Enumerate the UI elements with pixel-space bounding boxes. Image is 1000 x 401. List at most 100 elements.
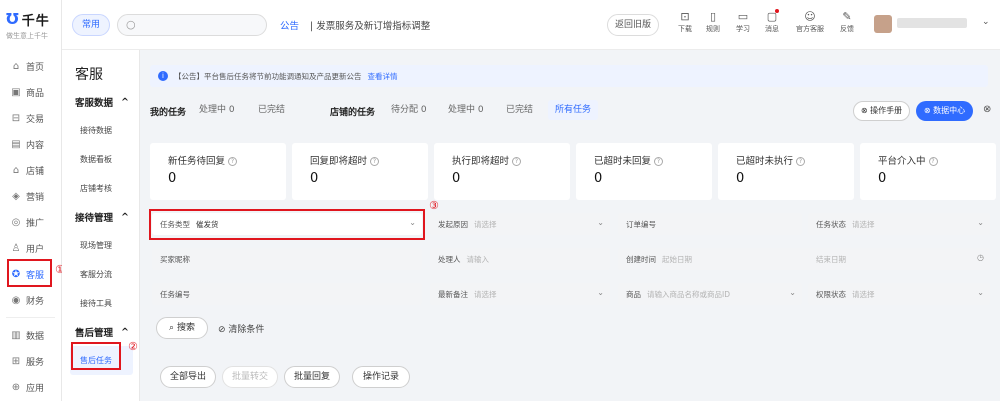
operation-log-button[interactable]: 操作记录 <box>352 366 410 388</box>
highlight-box-task-type <box>149 209 425 240</box>
nav-item[interactable]: ⌂ 店铺 <box>0 157 61 183</box>
help-icon[interactable]: ? <box>796 157 806 166</box>
buyer-nickname-input[interactable]: 买家昵称 <box>152 248 422 270</box>
toolbar-message[interactable]: ▢ 消息 <box>759 9 785 34</box>
subnav-item[interactable]: 接待工具 <box>62 289 139 318</box>
rules-icon: ▯ <box>709 10 717 23</box>
chevron-down-icon[interactable]: ⌄ <box>982 17 990 27</box>
subnav-item[interactable]: 数据看板 <box>62 145 139 174</box>
help-icon[interactable]: ? <box>512 157 522 166</box>
chevron-down-icon: ⌄ <box>597 218 604 227</box>
batch-reply-button[interactable]: 批量回复 <box>284 366 340 388</box>
latest-note-select[interactable]: 最新备注 请选择 ⌄ <box>430 283 610 305</box>
shop-tasks-label: 店铺的任务 <box>330 108 376 118</box>
handler-input[interactable]: 处理人 请输入 <box>430 248 610 270</box>
batch-transfer-button[interactable]: 批量转交 <box>222 366 278 388</box>
toolbar-feedback[interactable]: ✎ 反馈 <box>834 10 860 34</box>
manual-button[interactable]: ⊗ 操作手册 <box>853 101 910 121</box>
global-search-input[interactable]: ○ <box>117 14 267 36</box>
stat-card[interactable]: 回复即将超时? 0 <box>292 143 428 200</box>
task-number-input[interactable]: 任务编号 <box>152 283 422 305</box>
help-icon[interactable]: ? <box>228 157 238 166</box>
nav-item[interactable]: ◎ 推广 <box>0 209 61 235</box>
brand-slogan: 做生意上千牛 <box>6 32 48 40</box>
tab-shop-unassigned[interactable]: 待分配 0 <box>384 100 434 120</box>
tab-shop-all[interactable]: 所有任务 <box>548 100 599 120</box>
subnav-item[interactable]: 接待数据 <box>62 116 139 145</box>
notice-tag[interactable]: 公告 <box>280 18 299 32</box>
feedback-icon: ✎ <box>842 10 852 23</box>
toolbar-label: 学习 <box>736 25 750 33</box>
avatar[interactable] <box>874 15 892 33</box>
subnav-item[interactable]: 店铺考核 <box>62 174 139 203</box>
stat-value: 0 <box>594 171 603 186</box>
stat-card[interactable]: 已超时未回复? 0 <box>576 143 712 200</box>
toolbar-official-service[interactable]: ☺ 官方客服 <box>790 10 830 34</box>
permission-status-select[interactable]: 权限状态 请选择 ⌄ <box>808 283 990 305</box>
subnav-group[interactable]: 接待管理 ^ <box>62 203 139 231</box>
tab-shop-processing[interactable]: 处理中 0 <box>441 100 491 120</box>
stat-card[interactable]: 新任务待回复? 0 <box>150 143 286 200</box>
order-number-input[interactable]: 订单编号 <box>618 213 802 235</box>
nav-item[interactable]: ♙ 用户 <box>0 235 61 261</box>
nav-item[interactable]: ◈ 营销 <box>0 183 61 209</box>
stat-label: 回复即将超时 <box>310 156 368 167</box>
nav-item[interactable]: ⊕ 应用 <box>0 374 61 400</box>
grid-icon[interactable]: ⊗ <box>983 104 991 115</box>
username-blurred[interactable] <box>897 18 967 28</box>
tab-shop-completed[interactable]: 已完结 <box>499 100 540 120</box>
help-icon[interactable]: ? <box>654 157 664 166</box>
nav-item[interactable]: ⌂ 首页 <box>0 53 61 79</box>
data-center-button[interactable]: ⊗ 数据中心 <box>916 101 973 121</box>
nav-item[interactable]: ⊞ 服务 <box>0 348 61 374</box>
content-icon: ▤ <box>11 138 21 150</box>
common-button[interactable]: 常用 <box>72 14 110 36</box>
nav-item[interactable]: ◉ 财务 <box>0 287 61 313</box>
help-icon[interactable]: ? <box>928 157 938 166</box>
announcement-link[interactable]: 查看详情 <box>368 71 398 82</box>
goods-input[interactable]: 商品 请输入商品名称或商品ID ⌄ <box>618 283 802 305</box>
nav-item[interactable]: ⊟ 交易 <box>0 105 61 131</box>
search-button[interactable]: ⌕ 搜索 <box>156 317 208 339</box>
notice-text[interactable]: | 发票服务及新订增指标调整 <box>310 18 430 32</box>
toolbar-download[interactable]: ⊡ 下载 <box>672 10 698 34</box>
stat-card[interactable]: 执行即将超时? 0 <box>434 143 570 200</box>
stat-value: 0 <box>878 171 887 186</box>
export-all-button[interactable]: 全部导出 <box>160 366 216 388</box>
nav-item-label: 营销 <box>26 192 45 203</box>
task-status-select[interactable]: 任务状态 请选择 ⌄ <box>808 213 990 235</box>
subnav-group-label: 接待管理 <box>75 213 114 224</box>
marker-two: ② <box>128 340 138 353</box>
stat-label: 平台介入中 <box>878 156 926 167</box>
subnav-item[interactable]: 客服分流 <box>62 260 139 289</box>
nav-item-label: 交易 <box>26 114 45 125</box>
publisher-reason-select[interactable]: 发起原因 请选择 ⌄ <box>430 213 610 235</box>
toolbar-learn[interactable]: ▭ 学习 <box>730 10 756 34</box>
nav-item[interactable]: ▣ 商品 <box>0 79 61 105</box>
goods-icon: ▣ <box>11 86 21 98</box>
brand[interactable]: Ʊ 千牛 <box>0 0 61 30</box>
clock-icon: ◷ <box>977 253 984 262</box>
promotion-icon: ◎ <box>11 216 21 228</box>
chevron-down-icon: ⌄ <box>977 218 984 227</box>
trade-icon: ⊟ <box>11 112 21 124</box>
help-icon[interactable]: ? <box>370 157 380 166</box>
toolbar-label: 反馈 <box>840 25 854 33</box>
return-old-version-button[interactable]: 返回旧版 <box>607 14 659 36</box>
stat-card[interactable]: 已超时未执行? 0 <box>718 143 854 200</box>
stat-card[interactable]: 平台介入中? 0 <box>860 143 996 200</box>
subnav-item[interactable]: 现场管理 <box>62 231 139 260</box>
stat-value: 0 <box>736 171 745 186</box>
subnav-group[interactable]: 客服数据 ^ <box>62 88 139 116</box>
clear-conditions-link[interactable]: ⊘ 清除条件 <box>218 322 264 335</box>
tab-my-processing[interactable]: 处理中 0 <box>192 100 242 120</box>
chevron-down-icon: ⌄ <box>789 288 796 297</box>
stat-label: 新任务待回复 <box>168 156 226 167</box>
toolbar-rules[interactable]: ▯ 规则 <box>700 10 726 34</box>
nav-item[interactable]: ▥ 数据 <box>0 322 61 348</box>
tab-my-completed[interactable]: 已完结 <box>251 100 292 120</box>
chevron-down-icon: ⌄ <box>597 288 604 297</box>
stat-label: 已超时未执行 <box>736 156 794 167</box>
nav-item[interactable]: ▤ 内容 <box>0 131 61 157</box>
created-time-range[interactable]: 创建时间 起始日期 结束日期 ◷ <box>618 248 990 270</box>
